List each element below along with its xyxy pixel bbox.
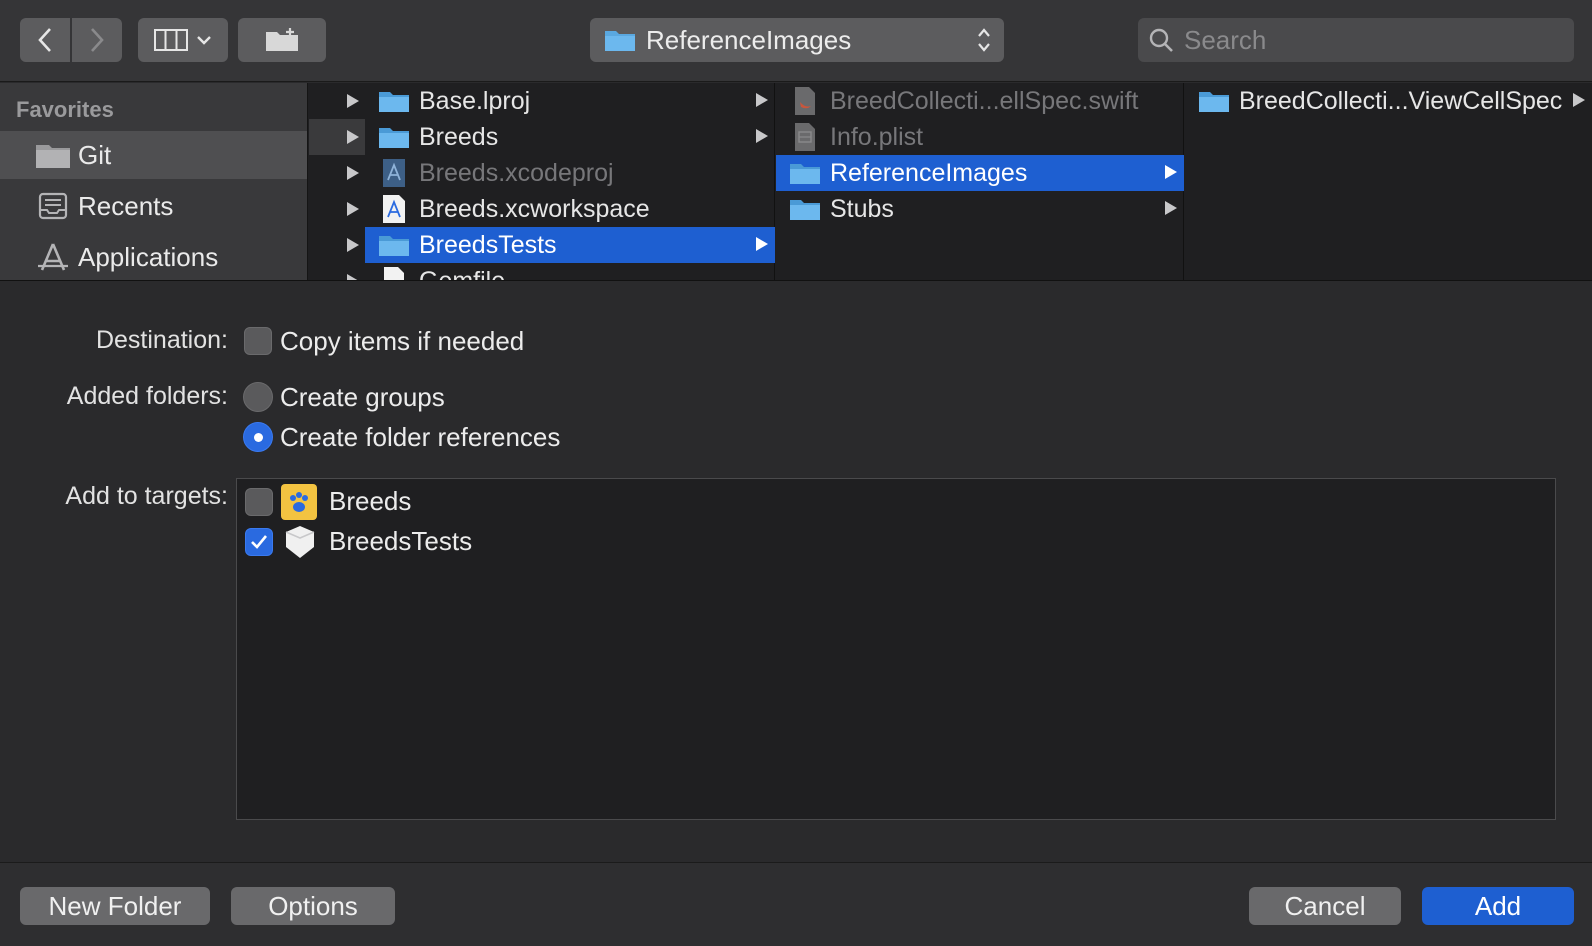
disclosure-triangle-icon[interactable] <box>346 201 360 217</box>
list-item-label: Base.lproj <box>419 86 531 115</box>
target-checkbox[interactable] <box>245 488 273 516</box>
folder-icon <box>375 89 413 113</box>
target-checkbox[interactable] <box>245 528 273 556</box>
folder-icon <box>375 233 413 257</box>
list-item[interactable]: Info.plist <box>776 119 1184 155</box>
new-folder-icon <box>266 28 298 51</box>
updown-arrows-icon <box>978 28 990 52</box>
create-groups-label[interactable]: Create groups <box>280 382 445 413</box>
list-item[interactable]: Gemfile <box>365 263 775 281</box>
chevron-right-icon <box>756 93 768 107</box>
forward-button[interactable] <box>72 18 122 62</box>
folder-icon <box>34 141 72 169</box>
sidebar-item-label: Git <box>78 139 112 170</box>
chevron-down-icon <box>197 36 211 45</box>
list-item[interactable]: Stubs <box>776 191 1184 227</box>
sidebar-item-git[interactable]: Git <box>0 131 307 179</box>
create-folder-references-radio[interactable] <box>243 422 273 452</box>
chevron-right-icon <box>1573 93 1585 107</box>
sidebar-item-label: Recents <box>78 190 174 221</box>
path-popup[interactable]: ReferenceImages <box>590 18 1004 62</box>
options-button[interactable]: Options <box>231 887 395 925</box>
chevron-right-icon <box>91 28 104 52</box>
path-popup-label: ReferenceImages <box>646 24 852 55</box>
cancel-button[interactable]: Cancel <box>1249 887 1401 925</box>
test-bundle-icon <box>283 524 317 560</box>
file-icon <box>375 266 413 280</box>
folder-icon <box>1195 89 1233 113</box>
browser-column-2: BreedCollecti...ellSpec.swift Info.plist… <box>776 83 1184 280</box>
back-button[interactable] <box>20 18 70 62</box>
sidebar-item-recents[interactable]: Recents <box>0 182 307 230</box>
list-item-label: Breeds.xcworkspace <box>419 194 650 223</box>
copy-items-checkbox[interactable] <box>244 327 272 355</box>
list-item[interactable]: ReferenceImages <box>776 155 1184 191</box>
copy-items-label[interactable]: Copy items if needed <box>280 326 524 357</box>
xcworkspace-icon <box>375 194 413 224</box>
add-to-targets-label: Add to targets: <box>65 482 228 510</box>
list-item[interactable]: BreedCollecti...ViewCellSpec <box>1185 83 1592 119</box>
chevron-right-icon <box>1165 165 1177 179</box>
targets-list: Breeds BreedsTests <box>236 478 1556 820</box>
browser-column-3: BreedCollecti...ViewCellSpec <box>1185 83 1592 280</box>
sidebar-header: Favorites <box>16 97 114 122</box>
folder-icon <box>786 161 824 185</box>
list-item[interactable]: Breeds.xcodeproj <box>365 155 775 191</box>
plist-file-icon <box>786 122 824 152</box>
list-item-label: Info.plist <box>830 122 924 151</box>
new-folder-button[interactable]: New Folder <box>20 887 210 925</box>
folder-icon <box>605 31 635 51</box>
new-folder-toolbar-button[interactable] <box>238 18 326 62</box>
folder-icon <box>786 197 824 221</box>
list-item[interactable]: Breeds <box>365 119 775 155</box>
disclosure-triangle-icon[interactable] <box>346 273 360 281</box>
list-item[interactable]: BreedsTests <box>365 227 775 263</box>
applications-icon <box>34 241 72 273</box>
disclosure-triangle-icon[interactable] <box>346 237 360 253</box>
dialog-footer: New Folder Options Cancel Add <box>0 862 1592 946</box>
chevron-right-icon <box>1165 201 1177 215</box>
disclosure-triangle-icon[interactable] <box>346 129 360 145</box>
file-browser: Favorites Git Recents Applications Base.… <box>0 83 1592 281</box>
search-icon <box>1149 28 1173 52</box>
chevron-right-icon <box>756 129 768 143</box>
create-groups-radio[interactable] <box>243 382 273 412</box>
list-item-label: Breeds.xcodeproj <box>419 158 614 187</box>
chevron-right-icon <box>756 237 768 251</box>
swift-file-icon <box>786 86 824 116</box>
list-item-label: BreedsTests <box>419 230 557 259</box>
list-item-label: Stubs <box>830 194 894 223</box>
disclosure-triangle-icon[interactable] <box>346 165 360 181</box>
chevron-left-icon <box>38 28 51 52</box>
sidebar: Favorites Git Recents Applications <box>0 83 308 280</box>
list-item-label: Breeds <box>419 122 499 151</box>
browser-column-1: Base.lproj Breeds Breeds.xcodeproj Breed… <box>365 83 775 281</box>
view-mode-button[interactable] <box>138 18 228 62</box>
list-item-label: ReferenceImages <box>830 158 1028 187</box>
sidebar-item-applications[interactable]: Applications <box>0 233 307 280</box>
destination-label: Destination: <box>95 326 228 354</box>
target-label: BreedsTests <box>329 526 473 556</box>
list-item[interactable]: BreedCollecti...ellSpec.swift <box>776 83 1184 119</box>
folder-icon <box>375 125 413 149</box>
columns-view-icon <box>154 29 188 51</box>
recents-icon <box>34 190 72 222</box>
checkmark-icon <box>251 535 268 549</box>
target-label: Breeds <box>329 486 412 516</box>
list-item[interactable]: Breeds.xcworkspace <box>365 191 775 227</box>
added-folders-label: Added folders: <box>66 382 228 410</box>
disclosure-triangle-icon[interactable] <box>346 93 360 109</box>
create-folder-references-label[interactable]: Create folder references <box>280 422 560 453</box>
sidebar-item-label: Applications <box>78 241 219 272</box>
list-item-label: BreedCollecti...ellSpec.swift <box>830 86 1139 115</box>
list-item[interactable]: Base.lproj <box>365 83 775 119</box>
search-field[interactable] <box>1138 18 1574 62</box>
add-button[interactable]: Add <box>1422 887 1574 925</box>
xcodeproj-icon <box>375 158 413 188</box>
paw-app-icon <box>281 484 317 520</box>
toolbar: ReferenceImages <box>0 0 1592 82</box>
search-input[interactable] <box>1184 24 1564 56</box>
list-item-label: BreedCollecti...ViewCellSpec <box>1239 86 1563 115</box>
list-item-label: Gemfile <box>419 266 506 281</box>
